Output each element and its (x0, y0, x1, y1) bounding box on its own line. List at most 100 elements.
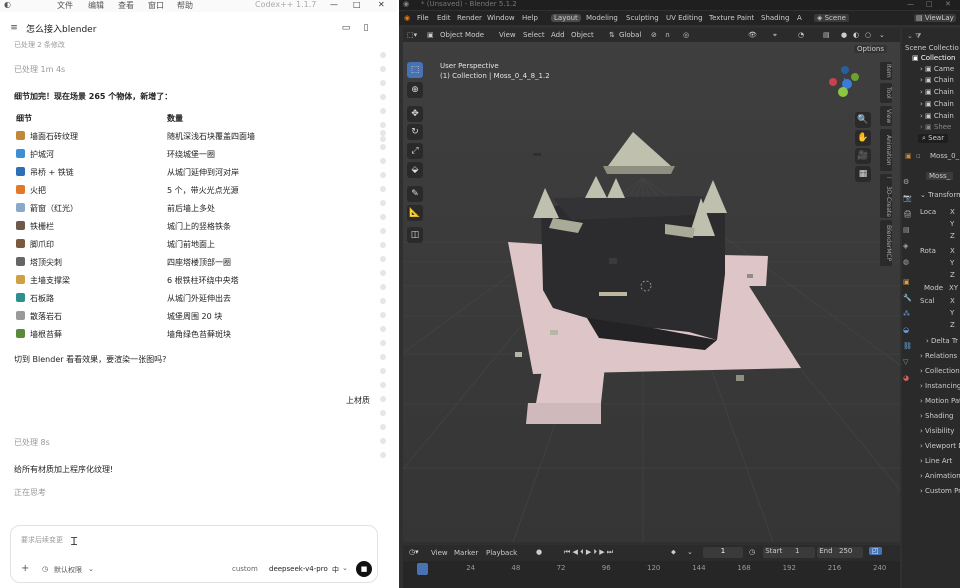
bl-menu-edit[interactable]: Edit (437, 14, 451, 22)
tl-menu-view[interactable]: View (431, 549, 448, 557)
outliner-item[interactable]: › ▣ Chain (920, 88, 954, 96)
options-button[interactable]: Options (854, 45, 888, 53)
panel-motion-paths[interactable]: › Motion Pat (920, 397, 960, 405)
orientation-select[interactable]: Global (619, 31, 641, 39)
xray-icon[interactable]: ▤ (823, 31, 830, 39)
annotate-tool-icon[interactable]: ✎ (407, 186, 423, 202)
properties-search[interactable]: ⌕ Sear (918, 134, 949, 143)
3d-viewport[interactable]: ⬚▾ ▣ Object Mode View Select Add Object … (403, 28, 900, 542)
world-props-icon[interactable]: ◍ (903, 258, 909, 266)
keyframe-icon[interactable]: ⬥ (671, 548, 676, 557)
chevron-down-icon-2[interactable]: ⌄ (342, 564, 348, 572)
bl-maximize-icon[interactable]: □ (926, 0, 933, 8)
physics-props-icon[interactable]: ◒ (903, 326, 909, 334)
bl-menu-file[interactable]: File (417, 14, 429, 22)
menu-view[interactable]: 查看 (118, 0, 134, 11)
select-tool-icon[interactable]: ⬚ (407, 62, 423, 78)
start-frame-field[interactable]: Start 1 (763, 547, 815, 558)
record-icon[interactable]: ● (536, 548, 542, 556)
bl-menu-window[interactable]: Window (487, 14, 515, 22)
panel-shading[interactable]: › Shading (920, 412, 953, 420)
data-props-icon[interactable]: ▽ (903, 358, 908, 366)
tab-item[interactable]: Item (880, 62, 892, 80)
tl-menu-playback[interactable]: Playback (486, 549, 517, 557)
measure-tool-icon[interactable]: 📐 (407, 205, 423, 221)
viewlayer-selector[interactable]: ▤ ViewLay (914, 14, 956, 22)
permission-icon[interactable]: ◷ (42, 565, 48, 573)
clock-icon[interactable]: ◷ (749, 548, 755, 556)
tab-view[interactable]: View (880, 106, 892, 126)
tab-sculpting[interactable]: Sculpting (626, 14, 659, 22)
vp-menu-add[interactable]: Add (551, 31, 565, 39)
view-layer-props-icon[interactable]: ▤ (903, 226, 910, 234)
model-level[interactable]: 中 (332, 565, 339, 575)
custom-label[interactable]: custom (232, 565, 258, 573)
outliner-item[interactable]: › ▣ Chain (920, 100, 954, 108)
tab-create[interactable]: Create (880, 197, 892, 217)
shading-options-icon[interactable]: ⌄ (879, 31, 885, 39)
attach-plus-icon[interactable]: + (21, 563, 29, 574)
cursor-tool-icon[interactable]: ⊕ (407, 82, 423, 98)
modifier-props-icon[interactable]: 🔧 (903, 294, 912, 302)
move-tool-icon[interactable]: ✥ (407, 106, 423, 122)
panel-relations[interactable]: › Relations (920, 352, 957, 360)
pan-hand-icon[interactable]: ✋ (855, 130, 871, 146)
tab-modeling[interactable]: Modeling (586, 14, 618, 22)
panel-collections[interactable]: › Collections (920, 367, 960, 375)
panel-visibility[interactable]: › Visibility (920, 427, 954, 435)
timeline-ruler[interactable]: 124487296120144168192216240 (403, 563, 900, 575)
panel-instancing[interactable]: › Instancing (920, 382, 960, 390)
timeline-view-icon[interactable]: ◰ (869, 547, 882, 555)
panel-line-art[interactable]: › Line Art (920, 457, 952, 465)
menu-help[interactable]: 帮助 (177, 0, 193, 11)
visibility-icon[interactable]: 👁 (748, 31, 757, 39)
close-icon[interactable]: ✕ (378, 0, 385, 9)
object-props-icon[interactable]: ▣ (905, 152, 912, 160)
output-props-icon[interactable]: 🖨 (903, 210, 912, 218)
render-props-icon[interactable]: 📷 (903, 194, 912, 202)
object-name-field[interactable]: Moss_ (926, 172, 954, 180)
composer-input[interactable]: 要求后续变更 (21, 535, 63, 545)
panel-custom-properties[interactable]: › Custom Pro (920, 487, 960, 495)
terminal-icon[interactable]: ▭ (340, 22, 352, 34)
tl-menu-marker[interactable]: Marker (454, 549, 478, 557)
tab-shading[interactable]: Shading (761, 14, 789, 22)
tab-more[interactable]: A (797, 14, 802, 22)
timeline-editor-icon[interactable]: ◷▾ (409, 548, 419, 556)
proportional-icon[interactable]: ◎ (683, 31, 689, 39)
camera-view-icon[interactable]: 🎥 (855, 148, 871, 164)
outliner-item[interactable]: › ▣ Chain (920, 76, 954, 84)
panel-delta-transform[interactable]: › Delta Tr (926, 337, 958, 345)
particles-props-icon[interactable]: ⁂ (903, 310, 910, 318)
add-cube-tool-icon[interactable]: ◫ (407, 227, 423, 243)
scale-tool-icon[interactable]: ⤢ (407, 143, 423, 159)
orientation-icon[interactable]: ⇅ (609, 31, 615, 39)
model-select[interactable]: deepseek-v4-pro (269, 565, 328, 573)
playhead[interactable] (417, 563, 428, 575)
menu-window[interactable]: 窗口 (148, 0, 164, 11)
outliner-root[interactable]: Scene Collectio (905, 44, 959, 52)
panel-viewport-display[interactable]: › Viewport D (920, 442, 960, 450)
split-view-icon[interactable]: ▯ (360, 22, 372, 34)
bl-close-icon[interactable]: ✕ (945, 0, 951, 8)
bl-menu-render[interactable]: Render (457, 14, 482, 22)
bl-minimize-icon[interactable]: — (907, 0, 914, 8)
panel-animation[interactable]: › Animation (920, 472, 960, 480)
pin-icon[interactable]: ▫ (916, 152, 921, 160)
menu-file[interactable]: 文件 (57, 0, 73, 11)
current-frame-field[interactable]: 1 (703, 547, 743, 558)
maximize-icon[interactable]: □ (353, 0, 361, 9)
menu-edit[interactable]: 编辑 (88, 0, 104, 11)
vp-menu-object[interactable]: Object (571, 31, 594, 39)
outliner-filter-icon[interactable]: ⌄ ⧩ (907, 32, 921, 41)
permission-select[interactable]: 默认权限 (54, 565, 82, 575)
bl-menu-help[interactable]: Help (522, 14, 538, 22)
rotate-tool-icon[interactable]: ↻ (407, 124, 423, 140)
overlay-icon[interactable]: ◔ (798, 31, 804, 39)
vp-menu-view[interactable]: View (499, 31, 516, 39)
snap-icon[interactable]: ⊘ (651, 31, 657, 39)
transform-tool-icon[interactable]: ⬙ (407, 162, 423, 178)
mode-icon[interactable]: ▣ (427, 31, 434, 39)
scene-selector[interactable]: ◈ Scene (814, 14, 849, 22)
tab-texture-paint[interactable]: Texture Paint (709, 14, 754, 22)
